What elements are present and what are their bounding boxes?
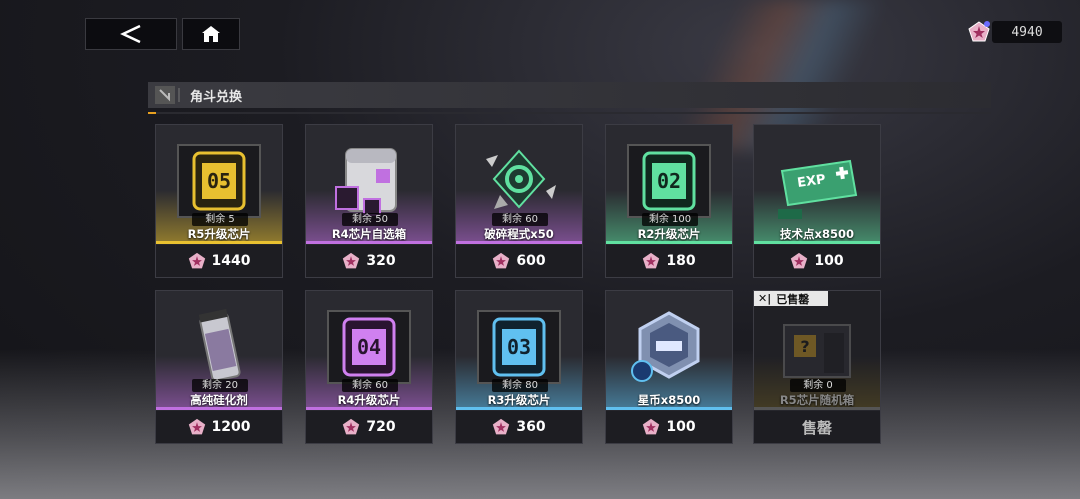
price-value: 720 xyxy=(366,419,396,435)
rarity-bar xyxy=(606,241,732,244)
shop-item-card[interactable]: 剩余 60 破碎程式x50 600 xyxy=(455,124,583,278)
price-value: 320 xyxy=(366,253,396,269)
rarity-bar xyxy=(456,241,582,244)
pentagon-star-icon xyxy=(188,418,205,435)
header-divider xyxy=(148,112,991,114)
silicon-vial-icon xyxy=(198,308,241,382)
svg-text:04: 04 xyxy=(357,335,381,359)
price-value: 售罄 xyxy=(801,418,832,437)
shop-item-card[interactable]: 剩余 50 R4芯片自选箱 320 xyxy=(305,124,433,278)
chip-03-icon: 03 xyxy=(477,310,561,384)
sold-out-price-label: 售罄 xyxy=(754,411,880,443)
rarity-bar xyxy=(754,407,880,410)
chip-02-icon: 02 xyxy=(627,144,711,218)
pentagon-star-icon xyxy=(188,252,205,269)
rarity-bar xyxy=(156,407,282,410)
pentagon-star-icon xyxy=(493,252,510,269)
stock-label: 剩余 60 xyxy=(342,379,398,392)
rarity-bar xyxy=(754,241,880,244)
shop-header: 角斗兑换 xyxy=(148,82,991,108)
pentagon-star-icon xyxy=(343,252,360,269)
price-value: 180 xyxy=(666,253,696,269)
item-name: R3升级芯片 xyxy=(487,393,551,407)
rarity-bar xyxy=(456,407,582,410)
stock-label: 剩余 0 xyxy=(790,379,846,392)
star-coin-icon xyxy=(631,311,700,382)
sold-out-tag-text: 已售罄 xyxy=(776,292,810,306)
stock-label: 剩余 80 xyxy=(492,379,548,392)
close-icon: ✕| xyxy=(758,292,772,305)
rarity-bar xyxy=(306,241,432,244)
svg-text:05: 05 xyxy=(207,169,231,193)
stock-label: 剩余 100 xyxy=(642,213,698,226)
item-name: 技术点x8500 xyxy=(780,227,854,241)
item-name: R2升级芯片 xyxy=(637,227,701,241)
price-button[interactable]: 180 xyxy=(606,245,732,277)
shop-item-card[interactable]: 04 剩余 60 R4升级芯片 720 xyxy=(305,290,433,444)
rarity-bar xyxy=(606,407,732,410)
price-button[interactable]: 320 xyxy=(306,245,432,277)
price-value: 100 xyxy=(814,253,844,269)
exp-ticket-icon: EXP xyxy=(778,159,858,219)
shop-item-card[interactable]: EXP 技术点x8500 100 xyxy=(753,124,881,278)
price-value: 1440 xyxy=(211,253,251,269)
item-name: R5芯片随机箱 xyxy=(779,393,855,407)
chip-04-icon: 04 xyxy=(327,310,411,384)
item-name: R4芯片自选箱 xyxy=(331,227,407,241)
price-value: 1200 xyxy=(211,419,251,435)
stock-label: 剩余 5 xyxy=(192,213,248,226)
item-name: 高纯硅化剂 xyxy=(190,393,248,407)
price-value: 360 xyxy=(516,419,546,435)
shop-item-card[interactable]: 02 剩余 100 R2升级芯片 180 xyxy=(605,124,733,278)
pentagon-star-icon xyxy=(643,418,660,435)
shop-item-card[interactable]: 星币x8500 100 xyxy=(605,290,733,444)
chip-box-icon xyxy=(335,148,397,216)
pentagon-star-icon xyxy=(968,21,990,42)
page-title: 角斗兑换 xyxy=(190,89,243,105)
price-button[interactable]: 600 xyxy=(456,245,582,277)
price-button[interactable]: 100 xyxy=(754,245,880,277)
price-button[interactable]: 720 xyxy=(306,411,432,443)
pentagon-star-icon xyxy=(343,418,360,435)
price-button[interactable]: 360 xyxy=(456,411,582,443)
back-button[interactable] xyxy=(85,18,177,50)
price-value: 600 xyxy=(516,253,546,269)
currency-display: 4940 xyxy=(968,20,1068,44)
pentagon-star-icon xyxy=(643,252,660,269)
shop-item-card[interactable]: ? ✕| 已售罄 剩余 0 R5芯片随机箱 售罄 xyxy=(753,290,881,444)
item-name: 破碎程式x50 xyxy=(484,227,554,241)
arrow-down-right-icon xyxy=(155,86,180,104)
item-name: R4升级芯片 xyxy=(337,393,401,407)
home-button[interactable] xyxy=(182,18,240,50)
svg-text:03: 03 xyxy=(507,335,531,359)
sold-out-tag: ✕| 已售罄 xyxy=(754,291,828,306)
price-button[interactable]: 1440 xyxy=(156,245,282,277)
pentagon-star-icon xyxy=(791,252,808,269)
rarity-bar xyxy=(306,407,432,410)
item-name: 星币x8500 xyxy=(637,393,701,407)
pentagon-star-icon xyxy=(493,418,510,435)
stock-label: 剩余 50 xyxy=(342,213,398,226)
shop-item-card[interactable]: 05 剩余 5 R5升级芯片 1440 xyxy=(155,124,283,278)
rarity-bar xyxy=(156,241,282,244)
home-icon xyxy=(202,26,220,42)
stock-label: 剩余 60 xyxy=(492,213,548,226)
item-name: R5升级芯片 xyxy=(187,227,251,241)
stock-label: 剩余 20 xyxy=(192,379,248,392)
chevron-left-icon xyxy=(120,24,141,44)
price-button[interactable]: 1200 xyxy=(156,411,282,443)
chip-05-icon: 05 xyxy=(177,144,261,218)
price-button[interactable]: 100 xyxy=(606,411,732,443)
currency-value: 4940 xyxy=(992,21,1062,43)
gear-shard-icon xyxy=(486,149,556,209)
shop-item-card[interactable]: 03 剩余 80 R3升级芯片 360 xyxy=(455,290,583,444)
shop-item-card[interactable]: 剩余 20 高纯硅化剂 1200 xyxy=(155,290,283,444)
svg-text:02: 02 xyxy=(657,169,681,193)
price-value: 100 xyxy=(666,419,696,435)
